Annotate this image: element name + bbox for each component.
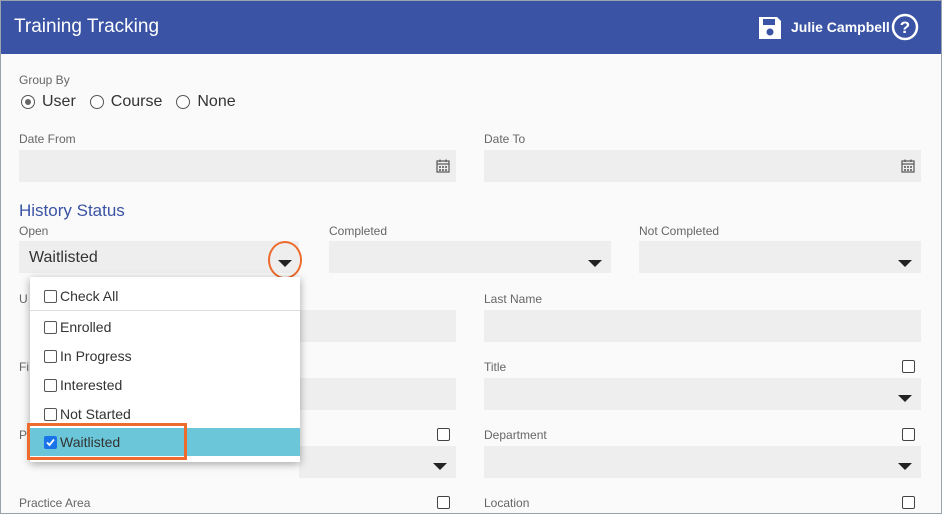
not-completed-caret-icon[interactable] xyxy=(898,260,912,267)
checkbox[interactable] xyxy=(44,320,57,334)
dropdown-item-in-progress[interactable]: In Progress xyxy=(30,342,300,370)
save-icon[interactable] xyxy=(757,15,783,41)
completed-caret-icon[interactable] xyxy=(588,260,602,267)
dropdown-item-label: Not Started xyxy=(60,406,131,422)
partial-label-u: U xyxy=(19,292,28,306)
caret-highlight-circle xyxy=(268,241,302,279)
check-all-label: Check All xyxy=(60,288,119,304)
history-status-title: History Status xyxy=(19,201,125,220)
completed-select[interactable] xyxy=(329,241,611,273)
page-title: Training Tracking xyxy=(14,16,160,37)
dropdown-item-enrolled[interactable]: Enrolled xyxy=(30,313,300,341)
not-completed-select[interactable] xyxy=(639,241,921,273)
last-name-input[interactable] xyxy=(484,310,921,342)
practice-area-label: Practice Area xyxy=(19,496,91,510)
dropdown-item-label: Interested xyxy=(60,377,123,393)
checkbox[interactable] xyxy=(44,407,57,421)
radio-course[interactable]: Course xyxy=(89,93,163,111)
calendar-icon[interactable] xyxy=(901,159,915,173)
checkbox[interactable] xyxy=(44,289,57,303)
open-label: Open xyxy=(19,224,49,238)
calendar-icon[interactable] xyxy=(436,159,450,173)
user-name[interactable]: Julie Campbell xyxy=(791,19,890,35)
partial-label-fi: Fi xyxy=(19,360,29,374)
svg-text:?: ? xyxy=(900,18,910,37)
date-to-input[interactable] xyxy=(484,150,921,182)
title-label: Title xyxy=(484,360,507,374)
radio-none[interactable]: None xyxy=(176,93,236,111)
radio-circle-selected[interactable] xyxy=(21,95,35,109)
dropdown-item-label: Enrolled xyxy=(60,319,112,335)
title-select[interactable] xyxy=(484,378,921,410)
practice-area-checkbox[interactable] xyxy=(437,496,450,509)
department-caret-icon[interactable] xyxy=(898,463,912,470)
group-by-radio-group: User Course None xyxy=(21,93,250,111)
department-checkbox[interactable] xyxy=(902,428,915,441)
radio-circle[interactable] xyxy=(176,95,191,109)
last-name-label: Last Name xyxy=(484,292,543,306)
help-icon[interactable]: ? xyxy=(891,13,919,41)
partial-input-u[interactable] xyxy=(299,310,456,342)
location-checkbox[interactable] xyxy=(902,496,915,509)
dropdown-item-interested[interactable]: Interested xyxy=(30,371,300,399)
title-caret-icon[interactable] xyxy=(898,395,912,402)
checkbox[interactable] xyxy=(44,349,57,363)
date-from-label: Date From xyxy=(19,132,76,146)
partial-input-fi[interactable] xyxy=(299,378,456,410)
partial-select-p[interactable] xyxy=(299,446,456,478)
waitlisted-highlight-box xyxy=(27,423,187,460)
not-completed-label: Not Completed xyxy=(639,224,720,238)
department-select[interactable] xyxy=(484,446,921,478)
radio-course-label: Course xyxy=(110,93,163,110)
date-from-input[interactable] xyxy=(19,150,456,182)
radio-user[interactable]: User xyxy=(21,93,76,111)
dropdown-item-label: In Progress xyxy=(60,348,132,364)
dropdown-divider xyxy=(30,310,300,311)
partial-checkbox-p[interactable] xyxy=(437,428,450,441)
partial-caret-icon[interactable] xyxy=(433,463,447,470)
radio-user-label: User xyxy=(42,93,76,110)
group-by-label: Group By xyxy=(19,73,70,87)
header-bar: Training Tracking Julie Campbell ? xyxy=(1,1,941,54)
completed-label: Completed xyxy=(329,224,388,238)
location-label: Location xyxy=(484,496,530,510)
training-tracking-panel: Training Tracking Julie Campbell ? Group… xyxy=(0,0,942,514)
open-select-value: Waitlisted xyxy=(29,249,98,266)
radio-circle[interactable] xyxy=(89,95,104,109)
date-to-label: Date To xyxy=(484,132,526,146)
department-label: Department xyxy=(484,428,547,442)
partial-label-p: P xyxy=(19,428,28,442)
title-checkbox[interactable] xyxy=(902,360,915,373)
radio-none-label: None xyxy=(197,93,236,110)
dropdown-check-all[interactable]: Check All xyxy=(30,282,300,310)
checkbox[interactable] xyxy=(44,378,57,392)
